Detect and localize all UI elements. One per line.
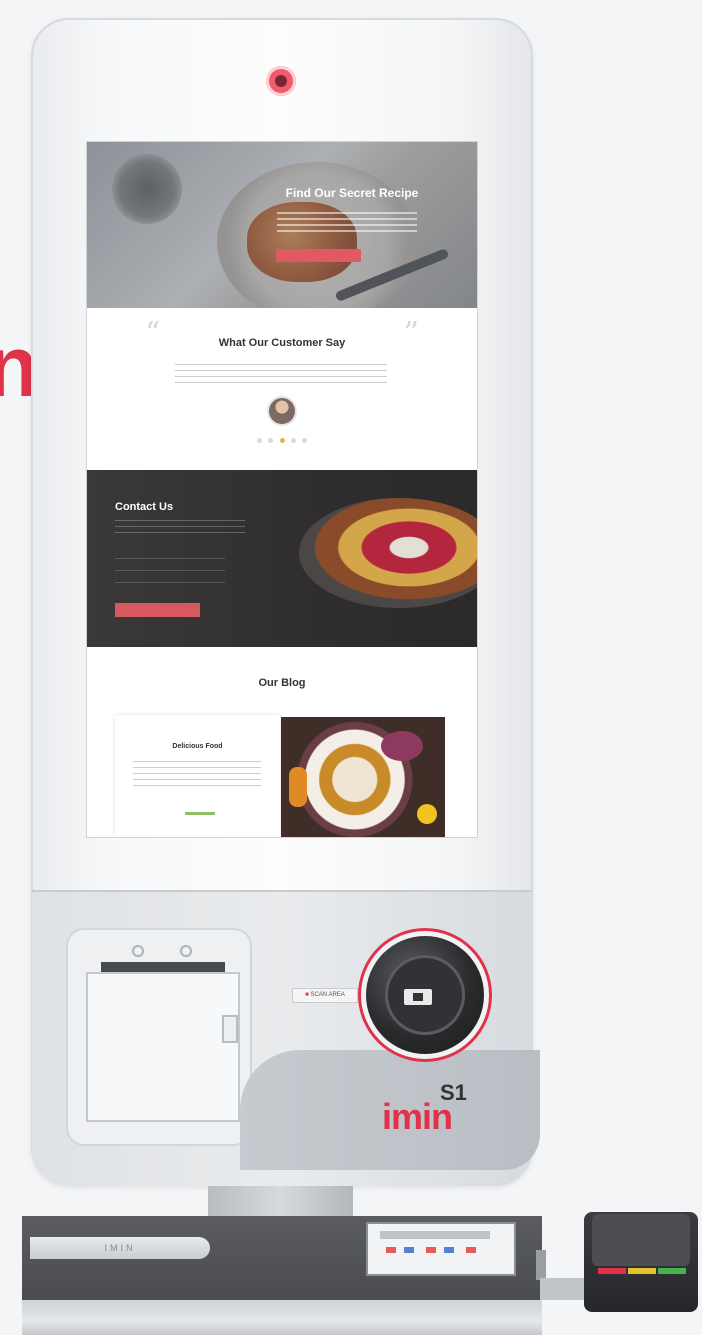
base-label-strip: IMIN [30, 1237, 210, 1259]
testimonial-text-lines [175, 364, 387, 386]
kiosk-screen: Find Our Secret Recipe “ ” What Our Cust… [87, 142, 477, 837]
lemon-image [417, 804, 437, 824]
printer-door[interactable] [86, 972, 240, 1122]
blog-card[interactable]: Delicious Food [115, 715, 280, 837]
base-display-row [386, 1247, 482, 1253]
carousel-dot[interactable] [257, 438, 262, 443]
food-bowl-image [299, 498, 477, 608]
carousel-dot-active[interactable] [279, 438, 285, 443]
card-reader-top [592, 1214, 690, 1266]
base-display-bar [380, 1231, 490, 1239]
carrot-image [289, 767, 307, 807]
testimonials-title: What Our Customer Say [218, 337, 346, 349]
side-port [536, 1250, 546, 1280]
avatar [269, 398, 295, 424]
blog-section: Our Blog Delicious Food [87, 647, 477, 837]
hero-section: Find Our Secret Recipe [87, 142, 477, 308]
contact-title: Contact Us [115, 501, 174, 513]
receipt-slot [101, 962, 225, 972]
camera-icon [266, 66, 296, 96]
printer-latch[interactable] [222, 1015, 238, 1043]
contact-form-fields[interactable] [115, 558, 225, 590]
reader-stripe-red [598, 1268, 626, 1274]
stand-base-lower [22, 1300, 542, 1335]
hero-subtitle-lines [277, 212, 417, 234]
carousel-dot[interactable] [302, 438, 307, 443]
printer-indicator-icon [180, 945, 192, 957]
side-bracket [540, 1278, 590, 1300]
contact-text-lines [115, 520, 245, 538]
blog-card-text-lines [133, 761, 261, 789]
reader-stripe-yellow [628, 1268, 656, 1274]
blog-card-link[interactable] [185, 812, 215, 815]
carousel-dots[interactable] [257, 438, 307, 444]
brand-logo: imin [382, 1096, 453, 1137]
hero-button[interactable] [276, 249, 361, 262]
hero-title: Find Our Secret Recipe [285, 186, 419, 200]
blog-title: Our Blog [258, 677, 306, 689]
blog-card-title: Delicious Food [172, 743, 223, 750]
contact-submit-button[interactable] [115, 603, 200, 617]
carousel-dot[interactable] [290, 438, 296, 443]
carousel-dot[interactable] [268, 438, 274, 443]
testimonials-section: “ ” What Our Customer Say [87, 308, 477, 470]
printer-indicator-icon [132, 945, 144, 957]
scan-area-label: ■ SCAN AREA [292, 988, 358, 1003]
reader-stripe-green [658, 1268, 686, 1274]
contact-section: Contact Us [87, 470, 477, 647]
beet-image [381, 731, 423, 761]
card-icon [404, 989, 432, 1005]
blog-food-image[interactable] [281, 717, 445, 837]
